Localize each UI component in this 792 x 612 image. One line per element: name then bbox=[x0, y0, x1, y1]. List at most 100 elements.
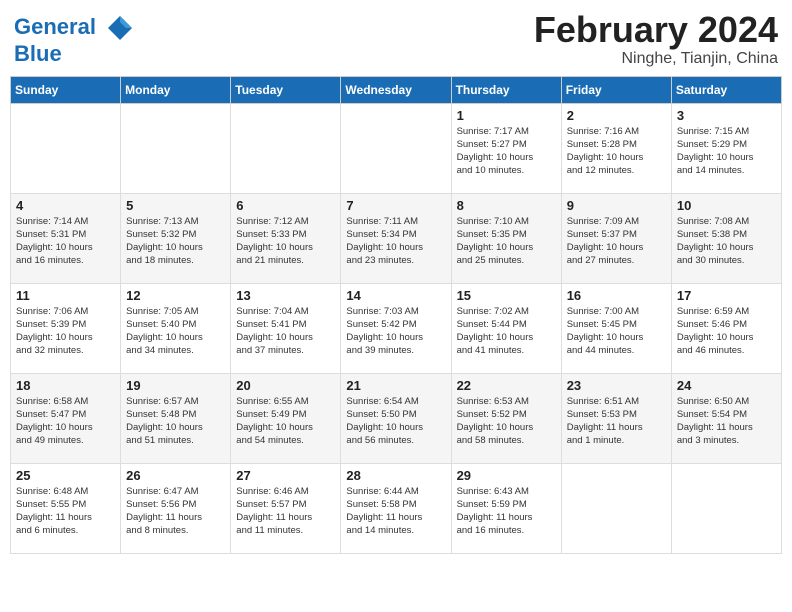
calendar-cell: 1Sunrise: 7:17 AM Sunset: 5:27 PM Daylig… bbox=[451, 103, 561, 193]
day-info: Sunrise: 6:44 AM Sunset: 5:58 PM Dayligh… bbox=[346, 485, 445, 538]
day-info: Sunrise: 7:11 AM Sunset: 5:34 PM Dayligh… bbox=[346, 215, 445, 268]
logo-icon bbox=[106, 14, 134, 42]
day-info: Sunrise: 7:08 AM Sunset: 5:38 PM Dayligh… bbox=[677, 215, 776, 268]
calendar-cell bbox=[341, 103, 451, 193]
day-number: 17 bbox=[677, 288, 776, 303]
title-block: February 2024 Ninghe, Tianjin, China bbox=[534, 10, 778, 68]
day-info: Sunrise: 7:03 AM Sunset: 5:42 PM Dayligh… bbox=[346, 305, 445, 358]
day-number: 26 bbox=[126, 468, 225, 483]
day-number: 24 bbox=[677, 378, 776, 393]
calendar-cell: 3Sunrise: 7:15 AM Sunset: 5:29 PM Daylig… bbox=[671, 103, 781, 193]
day-info: Sunrise: 6:57 AM Sunset: 5:48 PM Dayligh… bbox=[126, 395, 225, 448]
day-info: Sunrise: 7:14 AM Sunset: 5:31 PM Dayligh… bbox=[16, 215, 115, 268]
day-number: 1 bbox=[457, 108, 556, 123]
weekday-header-saturday: Saturday bbox=[671, 76, 781, 103]
weekday-header-monday: Monday bbox=[121, 76, 231, 103]
calendar-cell: 24 Sunrise: 6:50 AM Sunset: 5:54 PM Dayli… bbox=[671, 373, 781, 463]
calendar-cell: 26 Sunrise: 6:47 AM Sunset: 5:56 PM Dayli… bbox=[121, 463, 231, 553]
day-number: 4 bbox=[16, 198, 115, 213]
day-number: 16 bbox=[567, 288, 666, 303]
day-info: Sunrise: 6:54 AM Sunset: 5:50 PM Dayligh… bbox=[346, 395, 445, 448]
day-number: 19 bbox=[126, 378, 225, 393]
calendar-cell: 6 Sunrise: 7:12 AM Sunset: 5:33 PM Daylig… bbox=[231, 193, 341, 283]
day-number: 27 bbox=[236, 468, 335, 483]
day-number: 3 bbox=[677, 108, 776, 123]
calendar-week-4: 25Sunrise: 6:48 AM Sunset: 5:55 PM Dayli… bbox=[11, 463, 782, 553]
calendar-cell bbox=[121, 103, 231, 193]
day-info: Sunrise: 7:00 AM Sunset: 5:45 PM Dayligh… bbox=[567, 305, 666, 358]
logo-blue: Blue bbox=[14, 41, 62, 66]
calendar-cell: 2Sunrise: 7:16 AM Sunset: 5:28 PM Daylig… bbox=[561, 103, 671, 193]
day-number: 23 bbox=[567, 378, 666, 393]
calendar-cell: 20 Sunrise: 6:55 AM Sunset: 5:49 PM Dayli… bbox=[231, 373, 341, 463]
day-info: Sunrise: 6:53 AM Sunset: 5:52 PM Dayligh… bbox=[457, 395, 556, 448]
day-info: Sunrise: 7:16 AM Sunset: 5:28 PM Dayligh… bbox=[567, 125, 666, 178]
day-number: 28 bbox=[346, 468, 445, 483]
day-info: Sunrise: 7:09 AM Sunset: 5:37 PM Dayligh… bbox=[567, 215, 666, 268]
day-info: Sunrise: 7:04 AM Sunset: 5:41 PM Dayligh… bbox=[236, 305, 335, 358]
weekday-header-wednesday: Wednesday bbox=[341, 76, 451, 103]
day-info: Sunrise: 6:43 AM Sunset: 5:59 PM Dayligh… bbox=[457, 485, 556, 538]
calendar-cell: 23 Sunrise: 6:51 AM Sunset: 5:53 PM Dayli… bbox=[561, 373, 671, 463]
day-info: Sunrise: 6:46 AM Sunset: 5:57 PM Dayligh… bbox=[236, 485, 335, 538]
day-number: 10 bbox=[677, 198, 776, 213]
day-info: Sunrise: 6:59 AM Sunset: 5:46 PM Dayligh… bbox=[677, 305, 776, 358]
day-number: 18 bbox=[16, 378, 115, 393]
day-number: 15 bbox=[457, 288, 556, 303]
day-info: Sunrise: 7:12 AM Sunset: 5:33 PM Dayligh… bbox=[236, 215, 335, 268]
day-info: Sunrise: 6:47 AM Sunset: 5:56 PM Dayligh… bbox=[126, 485, 225, 538]
day-number: 9 bbox=[567, 198, 666, 213]
day-number: 8 bbox=[457, 198, 556, 213]
calendar-cell: 13 Sunrise: 7:04 AM Sunset: 5:41 PM Dayli… bbox=[231, 283, 341, 373]
day-number: 12 bbox=[126, 288, 225, 303]
calendar-cell: 22Sunrise: 6:53 AM Sunset: 5:52 PM Dayli… bbox=[451, 373, 561, 463]
calendar-cell: 17 Sunrise: 6:59 AM Sunset: 5:46 PM Dayli… bbox=[671, 283, 781, 373]
calendar-cell: 14 Sunrise: 7:03 AM Sunset: 5:42 PM Dayli… bbox=[341, 283, 451, 373]
calendar-cell: 12 Sunrise: 7:05 AM Sunset: 5:40 PM Dayli… bbox=[121, 283, 231, 373]
calendar-cell: 25Sunrise: 6:48 AM Sunset: 5:55 PM Dayli… bbox=[11, 463, 121, 553]
day-number: 6 bbox=[236, 198, 335, 213]
calendar-week-3: 18 Sunrise: 6:58 AM Sunset: 5:47 PM Dayli… bbox=[11, 373, 782, 463]
calendar-cell bbox=[11, 103, 121, 193]
calendar-cell: 19 Sunrise: 6:57 AM Sunset: 5:48 PM Dayli… bbox=[121, 373, 231, 463]
calendar-cell bbox=[231, 103, 341, 193]
calendar-cell: 29 Sunrise: 6:43 AM Sunset: 5:59 PM Dayli… bbox=[451, 463, 561, 553]
calendar-cell: 21 Sunrise: 6:54 AM Sunset: 5:50 PM Dayli… bbox=[341, 373, 451, 463]
calendar-week-2: 11Sunrise: 7:06 AM Sunset: 5:39 PM Dayli… bbox=[11, 283, 782, 373]
calendar-cell: 8 Sunrise: 7:10 AM Sunset: 5:35 PM Daylig… bbox=[451, 193, 561, 283]
calendar-cell: 18 Sunrise: 6:58 AM Sunset: 5:47 PM Dayli… bbox=[11, 373, 121, 463]
calendar-cell: 27 Sunrise: 6:46 AM Sunset: 5:57 PM Dayli… bbox=[231, 463, 341, 553]
day-number: 14 bbox=[346, 288, 445, 303]
calendar-cell: 4 Sunrise: 7:14 AM Sunset: 5:31 PM Daylig… bbox=[11, 193, 121, 283]
day-number: 29 bbox=[457, 468, 556, 483]
day-info: Sunrise: 7:10 AM Sunset: 5:35 PM Dayligh… bbox=[457, 215, 556, 268]
calendar-cell: 7Sunrise: 7:11 AM Sunset: 5:34 PM Daylig… bbox=[341, 193, 451, 283]
day-info: Sunrise: 7:02 AM Sunset: 5:44 PM Dayligh… bbox=[457, 305, 556, 358]
day-info: Sunrise: 7:05 AM Sunset: 5:40 PM Dayligh… bbox=[126, 305, 225, 358]
calendar-week-1: 4 Sunrise: 7:14 AM Sunset: 5:31 PM Daylig… bbox=[11, 193, 782, 283]
calendar-cell: 16 Sunrise: 7:00 AM Sunset: 5:45 PM Dayli… bbox=[561, 283, 671, 373]
calendar-cell: 5 Sunrise: 7:13 AM Sunset: 5:32 PM Daylig… bbox=[121, 193, 231, 283]
calendar-cell: 28 Sunrise: 6:44 AM Sunset: 5:58 PM Dayli… bbox=[341, 463, 451, 553]
day-number: 13 bbox=[236, 288, 335, 303]
weekday-header-sunday: Sunday bbox=[11, 76, 121, 103]
calendar-cell: 11Sunrise: 7:06 AM Sunset: 5:39 PM Dayli… bbox=[11, 283, 121, 373]
day-number: 5 bbox=[126, 198, 225, 213]
calendar-table: SundayMondayTuesdayWednesdayThursdayFrid… bbox=[10, 76, 782, 554]
calendar-week-0: 1Sunrise: 7:17 AM Sunset: 5:27 PM Daylig… bbox=[11, 103, 782, 193]
page-header: General Blue February 2024 Ninghe, Tianj… bbox=[10, 10, 782, 68]
day-info: Sunrise: 6:50 AM Sunset: 5:54 PM Dayligh… bbox=[677, 395, 776, 448]
day-info: Sunrise: 7:13 AM Sunset: 5:32 PM Dayligh… bbox=[126, 215, 225, 268]
day-info: Sunrise: 6:58 AM Sunset: 5:47 PM Dayligh… bbox=[16, 395, 115, 448]
location: Ninghe, Tianjin, China bbox=[534, 50, 778, 68]
day-info: Sunrise: 7:06 AM Sunset: 5:39 PM Dayligh… bbox=[16, 305, 115, 358]
day-info: Sunrise: 6:55 AM Sunset: 5:49 PM Dayligh… bbox=[236, 395, 335, 448]
day-number: 21 bbox=[346, 378, 445, 393]
day-number: 20 bbox=[236, 378, 335, 393]
month-title: February 2024 bbox=[534, 10, 778, 50]
calendar-cell bbox=[671, 463, 781, 553]
day-info: Sunrise: 6:51 AM Sunset: 5:53 PM Dayligh… bbox=[567, 395, 666, 448]
weekday-header-tuesday: Tuesday bbox=[231, 76, 341, 103]
weekday-header-friday: Friday bbox=[561, 76, 671, 103]
calendar-cell: 15 Sunrise: 7:02 AM Sunset: 5:44 PM Dayli… bbox=[451, 283, 561, 373]
